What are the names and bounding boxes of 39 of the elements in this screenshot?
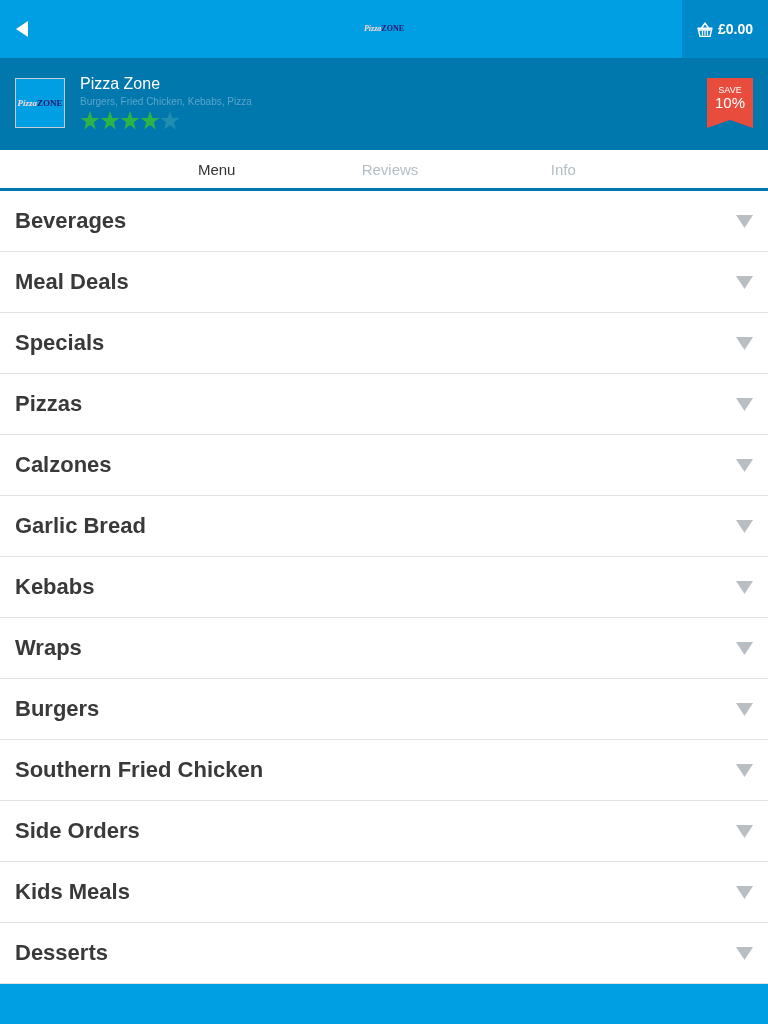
category-name: Side Orders — [15, 818, 140, 844]
discount-value: 10% — [715, 95, 745, 111]
category-row[interactable]: Burgers — [0, 679, 768, 740]
filled-star-icon — [100, 111, 120, 130]
logo-text: PizzaZONE — [17, 98, 63, 108]
category-name: Specials — [15, 330, 105, 356]
category-row[interactable]: Calzones — [0, 435, 768, 496]
category-name: Kebabs — [15, 574, 95, 600]
category-row[interactable]: Wraps — [0, 618, 768, 679]
category-row[interactable]: Kids Meals — [0, 862, 768, 923]
category-name: Calzones — [15, 452, 112, 478]
category-name: Kids Meals — [15, 879, 130, 905]
logo-text: PizzaZONE — [364, 25, 404, 33]
cart-button[interactable]: £0.00 — [682, 0, 768, 58]
category-row[interactable]: Beverages — [0, 191, 768, 252]
category-name: Burgers — [15, 696, 100, 722]
category-name: Pizzas — [15, 391, 83, 417]
filled-star-icon — [120, 111, 140, 130]
category-row[interactable]: Specials — [0, 313, 768, 374]
filled-star-icon — [80, 111, 100, 130]
restaurant-name: Pizza Zone — [80, 75, 161, 93]
back-icon — [16, 21, 28, 37]
category-row[interactable]: Side Orders — [0, 801, 768, 862]
category-name: Wraps — [15, 635, 82, 661]
basket-icon — [696, 21, 713, 37]
category-row[interactable]: Southern Fried Chicken — [0, 740, 768, 801]
category-name: Southern Fried Chicken — [15, 757, 264, 783]
category-name: Beverages — [15, 208, 127, 234]
category-row[interactable]: Kebabs — [0, 557, 768, 618]
filled-star-icon — [140, 111, 160, 130]
category-name: Meal Deals — [15, 269, 129, 295]
category-name: Garlic Bread — [15, 513, 146, 539]
cuisine-list: Burgers, Fried Chicken, Kebabs, Pizza — [80, 96, 252, 108]
tab[interactable]: Menu — [191, 156, 242, 182]
category-row[interactable]: Pizzas — [0, 374, 768, 435]
category-row[interactable]: Meal Deals — [0, 252, 768, 313]
discount-label: SAVE — [718, 85, 742, 95]
category-name: Desserts — [15, 940, 108, 966]
category-row[interactable]: Garlic Bread — [0, 496, 768, 557]
